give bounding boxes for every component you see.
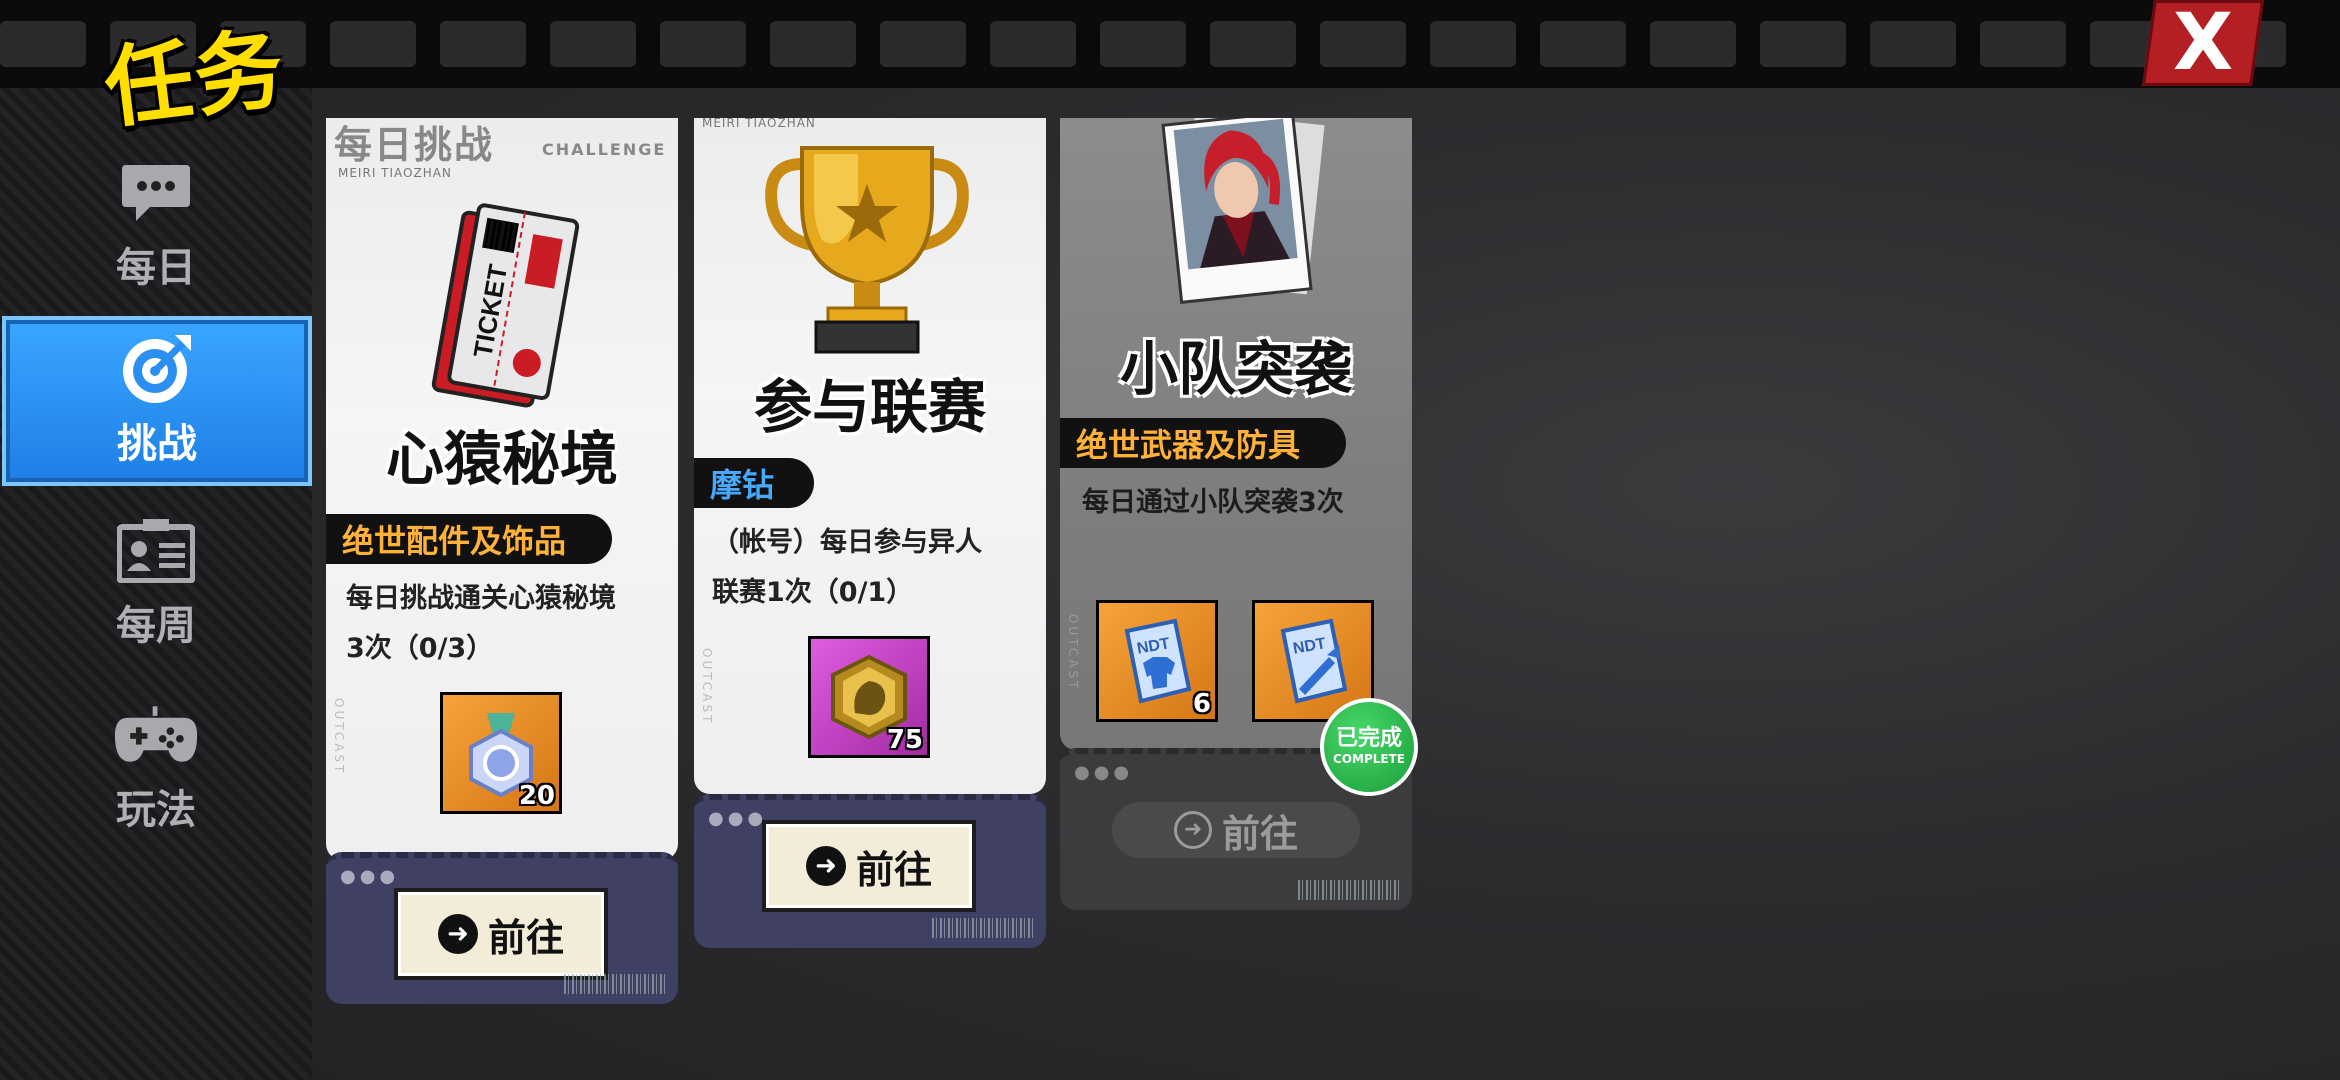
ticket-icon: TICKET: [408, 200, 598, 420]
footer-dots: ●●●: [340, 866, 400, 887]
arrow-right-icon: ➜: [437, 914, 478, 954]
task-description-line: 联赛1次（0/1）: [712, 577, 914, 608]
card-header-pinyin: MEIRI TIAOZHAN: [338, 166, 452, 180]
reward-item-slot[interactable]: NDT 6: [1096, 600, 1218, 722]
sidebar-item-challenge[interactable]: 挑战: [2, 316, 312, 486]
close-icon: X: [2172, 0, 2234, 88]
go-button[interactable]: ➜ 前往: [762, 820, 976, 912]
barcode: [1298, 880, 1402, 900]
card-vertical-text: OUTCAST: [332, 698, 346, 776]
film-hole: [990, 21, 1076, 67]
film-hole: [0, 21, 86, 67]
film-hole: [880, 21, 966, 67]
card-header-sub: CHALLENGE: [542, 140, 667, 159]
task-description: （帐号）每日参与异人 联赛1次（0/1）: [712, 518, 1030, 618]
reward-item-slot[interactable]: 75: [808, 636, 930, 758]
completed-badge-sublabel: COMPLETE: [1333, 752, 1405, 766]
barcode: [932, 918, 1036, 938]
task-description-line: 每日挑战通关心猿秘境: [346, 583, 616, 614]
arrow-right-icon: ➜: [1173, 811, 1212, 849]
sidebar-item-weekly[interactable]: 每周: [0, 498, 312, 668]
id-card-icon: [113, 515, 199, 587]
task-description: 每日通过小队突袭3次: [1082, 478, 1400, 528]
character-photo-icon: [1134, 118, 1334, 312]
go-button-label: 前往: [487, 915, 564, 960]
task-card-footer: ●●● ➜ 前往: [326, 852, 678, 1004]
sidebar: 每日 挑战 每周 玩法: [0, 88, 312, 1080]
completed-badge-label: 已完成: [1335, 726, 1402, 751]
sidebar-item-gameplay[interactable]: 玩法: [0, 682, 312, 852]
gamepad-icon: [113, 699, 199, 771]
footer-dots: ●●●: [708, 808, 768, 829]
footer-dots: ●●●: [1074, 762, 1134, 783]
barcode: [564, 974, 668, 994]
sidebar-item-label: 挑战: [117, 421, 197, 467]
reward-tag: 摩钻: [694, 458, 815, 508]
close-button[interactable]: X: [2141, 0, 2265, 88]
sidebar-item-daily[interactable]: 每日: [0, 140, 312, 310]
film-hole: [1100, 21, 1186, 67]
film-hole: [330, 21, 416, 67]
reward-count: 75: [886, 725, 923, 755]
task-card-body: 每日挑战 CHALLENGE MEIRI TIAOZHAN OUTCAST TI…: [326, 118, 678, 860]
reward-item-slot[interactable]: 20: [440, 692, 562, 814]
task-description-line: （帐号）每日参与异人: [712, 527, 982, 558]
reward-tag: 绝世配件及饰品: [326, 514, 613, 564]
sidebar-item-label: 玩法: [116, 787, 196, 833]
go-button-label: 前往: [1221, 811, 1298, 856]
film-hole: [550, 21, 636, 67]
film-hole: [1760, 21, 1846, 67]
task-description-line: 每日通过小队突袭3次: [1082, 487, 1344, 518]
film-hole: [440, 21, 526, 67]
card-header: 每日挑战: [334, 123, 495, 167]
target-icon: [114, 333, 200, 405]
page-title: 任务: [99, 16, 291, 141]
film-hole: [1210, 21, 1296, 67]
go-button[interactable]: ➜ 前往: [394, 888, 608, 980]
reward-count: 20: [518, 781, 555, 811]
task-card-footer: ●●● ➜ 前往: [694, 794, 1046, 948]
reward-tag: 绝世武器及防具: [1060, 418, 1347, 468]
card-vertical-text: OUTCAST: [700, 648, 714, 726]
chat-bubble-icon: [113, 157, 199, 229]
film-hole: [1320, 21, 1406, 67]
task-name: 参与联赛: [753, 373, 986, 441]
film-hole: [660, 21, 746, 67]
go-button-disabled[interactable]: ➜ 前往: [1112, 802, 1360, 858]
film-hole: [1870, 21, 1956, 67]
weapon-blueprint-icon: NDT: [1269, 617, 1357, 705]
task-card-body: MEIRI TIAOZHAN OUTCAST 参与联赛 摩钻 （帐号）每日参与异…: [694, 118, 1046, 794]
task-name: 小队突袭: [1119, 335, 1352, 403]
go-button-label: 前往: [855, 847, 932, 892]
armor-blueprint-icon: NDT: [1113, 617, 1201, 705]
trophy-icon: [762, 144, 972, 368]
sidebar-item-label: 每日: [116, 245, 196, 291]
reward-count: 6: [1192, 689, 1211, 719]
sidebar-item-label: 每周: [116, 603, 196, 649]
film-hole: [770, 21, 856, 67]
film-hole: [1980, 21, 2066, 67]
arrow-right-icon: ➜: [805, 846, 846, 886]
completed-badge: 已完成 COMPLETE: [1320, 698, 1418, 796]
film-hole: [1430, 21, 1516, 67]
card-vertical-text: OUTCAST: [1066, 614, 1080, 692]
task-description-line: 3次（0/3）: [346, 633, 494, 664]
card-header-pinyin: MEIRI TIAOZHAN: [702, 118, 816, 130]
film-hole: [1540, 21, 1626, 67]
task-name: 心猿秘境: [385, 425, 618, 493]
task-description: 每日挑战通关心猿秘境 3次（0/3）: [346, 574, 664, 674]
task-card-body: OUTCAST 小队突袭 绝世武器及防具 每日通过小队突袭3次 NDT 6 ND…: [1060, 118, 1412, 750]
film-strip-header: [0, 0, 2340, 88]
film-hole: [1650, 21, 1736, 67]
